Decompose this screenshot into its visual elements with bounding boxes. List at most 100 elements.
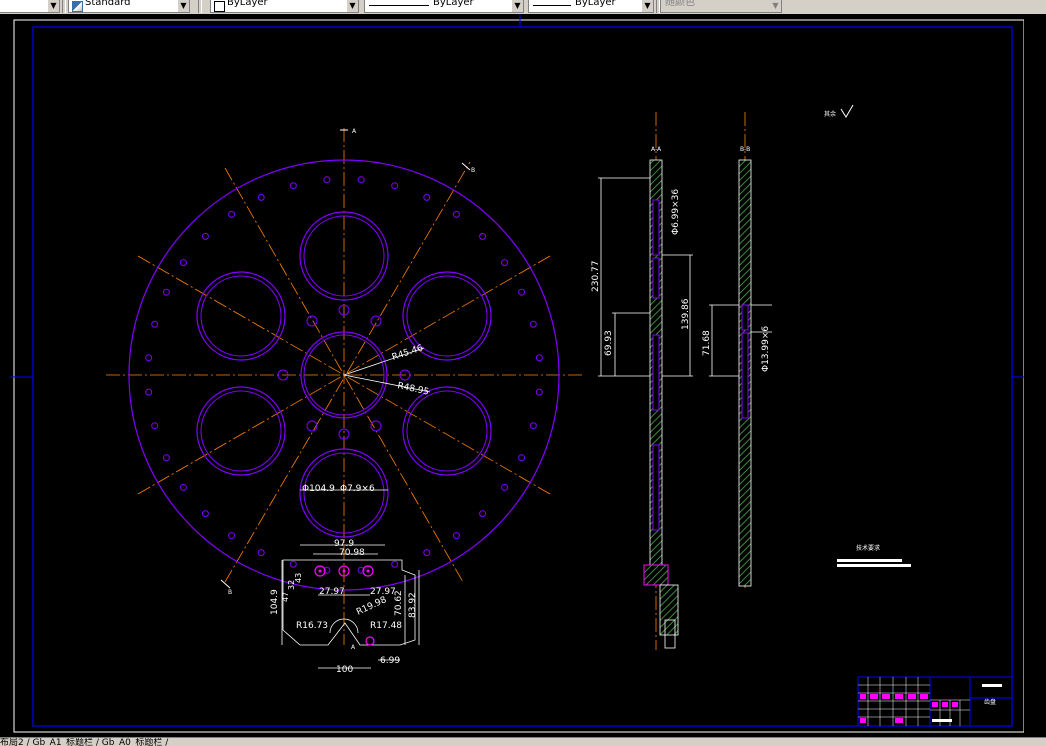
bolt-hole	[423, 549, 431, 557]
bolt-hole	[391, 560, 399, 568]
cad-drawing[interactable]: R45.46 R48.95 Φ104.9 Φ7.9×6 A B B A 97.9	[0, 14, 1046, 737]
bolt-hole	[228, 532, 236, 540]
bolt-hole	[479, 232, 487, 240]
dim-h-b: 32	[287, 580, 296, 590]
lineweight-dropdown[interactable]: ByLayer ▼	[528, 0, 654, 13]
roughness-symbol	[840, 104, 854, 118]
chevron-down-icon[interactable]: ▼	[512, 0, 523, 12]
dim-section-a-mid: 139.86	[681, 298, 691, 330]
bolt-hole	[452, 210, 460, 218]
dim-section-a-lower: 69.93	[604, 330, 614, 356]
surface-note: 其余	[824, 110, 836, 118]
bolt-hole	[228, 210, 236, 218]
tech-requirements-title: 技术要求	[856, 544, 880, 552]
chevron-down-icon[interactable]: ▼	[48, 0, 59, 12]
title-block: 齿盘	[857, 676, 1013, 727]
dim-section-b-lower: 71.68	[702, 330, 712, 356]
dim-gap: 6.99	[380, 656, 400, 666]
view-label-bb: B-B	[740, 146, 750, 153]
dim-r-c: R17.48	[370, 621, 402, 631]
toolbar-separator	[62, 0, 66, 13]
plotstyle-dropdown[interactable]: 随颜色 ▼	[660, 0, 782, 13]
bolt-hole	[518, 454, 526, 462]
bolt-hole	[452, 532, 460, 540]
text-style-dropdown[interactable]: Standard ▼	[68, 0, 190, 13]
text-style-value: Standard	[85, 0, 131, 8]
detail-view: 97.9 70.98 104.9 43 32 47 27.97 27.97 R1…	[270, 539, 420, 675]
dim-w2: 70.98	[339, 548, 365, 558]
toolbar-separator	[198, 0, 202, 13]
dim-hole-small: Φ7.9×6	[340, 484, 375, 494]
dim-base-w: 100	[336, 665, 353, 675]
bolt-hole	[257, 193, 265, 201]
chevron-down-icon[interactable]: ▼	[178, 0, 189, 12]
bolt-hole	[501, 483, 509, 491]
section-a-view: A-A 230.77 Φ6.99×36 139.86 69.93	[591, 112, 693, 650]
bolt-hole	[535, 388, 543, 396]
dim-section-b-hole: Φ13.99×6	[761, 326, 771, 372]
bolt-hole	[518, 288, 526, 296]
bolt-hole	[529, 422, 537, 430]
bolt-hole	[257, 549, 265, 557]
bolt-hole	[323, 176, 331, 184]
bolt-hole	[145, 388, 153, 396]
color-value: ByLayer	[227, 0, 268, 8]
color-swatch-icon	[214, 1, 225, 12]
toolbar-left-dropdown[interactable]: ▼	[0, 0, 60, 13]
section-label-a-top: A	[352, 128, 357, 135]
drawing-canvas[interactable]: R45.46 R48.95 Φ104.9 Φ7.9×6 A B B A 97.9	[0, 14, 1046, 737]
dim-hole-pattern: Φ104.9	[302, 484, 335, 494]
bolt-hole	[162, 454, 170, 462]
chevron-down-icon[interactable]: ▼	[770, 0, 781, 12]
dim-offset-l: 27.97	[319, 587, 345, 597]
bolt-hole	[162, 288, 170, 296]
bolt-hole	[201, 510, 209, 518]
bolt-hole	[145, 354, 153, 362]
bolt-hole	[501, 259, 509, 267]
bolt-hole	[151, 422, 159, 430]
sheet-border	[13, 19, 1025, 733]
bolt-hole	[529, 320, 537, 328]
bolt-hole	[289, 560, 297, 568]
dim-h-e: 83.92	[408, 592, 418, 618]
dim-r-inner: R48.95	[396, 381, 429, 397]
bolt-hole	[179, 259, 187, 267]
dim-h-total: 104.9	[270, 589, 280, 615]
dim-r-outer: R45.46	[391, 343, 425, 362]
drawing-frame	[32, 26, 1013, 727]
dim-section-a-upper: Φ6.99×36	[671, 189, 681, 235]
bolt-hole	[391, 182, 399, 190]
section-label-b-bottom: B	[228, 589, 232, 596]
dim-h-d: 70.62	[394, 590, 404, 616]
bolt-hole	[289, 182, 297, 190]
section-label-b-top: B	[471, 167, 475, 174]
lineweight-preview	[533, 5, 571, 6]
view-label-aa: A-A	[651, 146, 662, 153]
dim-r-a: R19.98	[355, 595, 388, 618]
section-label-a-bottom: A	[351, 644, 356, 651]
plate-front-view	[106, 128, 582, 645]
section-b-view: B-B 71.68 Φ13.99×6	[702, 112, 772, 590]
dim-r-b: R16.73	[296, 621, 328, 631]
plotstyle-value: 随颜色	[665, 0, 695, 8]
chevron-down-icon[interactable]: ▼	[347, 0, 358, 12]
linetype-value: ByLayer	[433, 0, 474, 8]
lineweight-value: ByLayer	[575, 0, 616, 8]
bolt-hole	[201, 232, 209, 240]
properties-toolbar: ▼ Standard ▼ ByLayer ▼ ByLayer ▼ ByLayer…	[0, 0, 1046, 15]
chevron-down-icon[interactable]: ▼	[642, 0, 653, 12]
linetype-dropdown[interactable]: ByLayer ▼	[364, 0, 524, 13]
color-dropdown[interactable]: ByLayer ▼	[210, 0, 359, 13]
canvas-right-margin	[1024, 14, 1046, 737]
bolt-hole	[423, 193, 431, 201]
linetype-preview	[369, 5, 429, 6]
dim-section-a-total: 230.77	[591, 261, 601, 293]
text-style-icon	[72, 1, 83, 12]
bolt-hole	[151, 320, 159, 328]
tech-req-line-1	[837, 559, 902, 562]
bolt-hole	[357, 176, 365, 184]
bolt-hole	[535, 354, 543, 362]
bolt-hole	[179, 483, 187, 491]
dim-h-c: 47	[281, 592, 290, 602]
bolt-hole	[479, 510, 487, 518]
